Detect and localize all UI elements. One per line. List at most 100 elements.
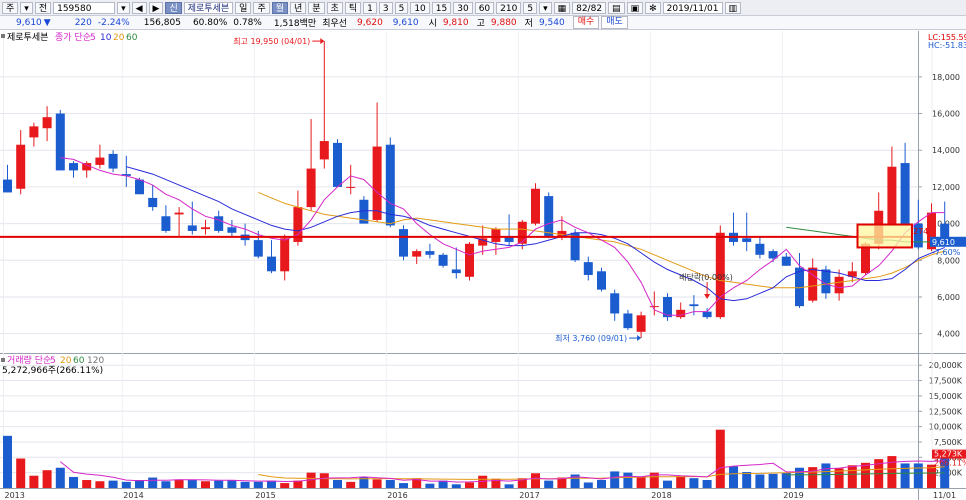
candle-body[interactable]: [161, 216, 171, 231]
volume-bar[interactable]: [399, 483, 408, 488]
volume-bar[interactable]: [900, 463, 910, 488]
candle-body[interactable]: [491, 229, 501, 242]
volume-bar[interactable]: [372, 479, 382, 488]
candle-body[interactable]: [372, 146, 382, 220]
volume-bar[interactable]: [451, 484, 461, 488]
volume-bar[interactable]: [597, 480, 606, 488]
volume-bar[interactable]: [768, 473, 778, 488]
volume-bar[interactable]: [69, 476, 78, 488]
candle-body[interactable]: [689, 304, 699, 307]
candle-body[interactable]: [900, 163, 910, 224]
volume-bar[interactable]: [729, 466, 738, 488]
volume-bar[interactable]: [755, 474, 765, 488]
candle-body[interactable]: [174, 212, 184, 215]
candle-body[interactable]: [676, 309, 686, 318]
candle-body[interactable]: [755, 243, 765, 255]
candle-body[interactable]: [597, 271, 606, 290]
candle-body[interactable]: [16, 144, 26, 189]
candle-body[interactable]: [201, 227, 210, 230]
candle-body[interactable]: [636, 315, 646, 332]
volume-bar[interactable]: [887, 456, 897, 488]
volume-bar[interactable]: [227, 480, 237, 488]
candle-body[interactable]: [3, 179, 12, 193]
volume-bar[interactable]: [795, 467, 804, 488]
stock-chart[interactable]: 4,0006,0008,00010,00012,00014,00016,0001…: [0, 0, 966, 500]
candle-body[interactable]: [438, 254, 448, 266]
candle-body[interactable]: [214, 216, 224, 231]
volume-bar[interactable]: [583, 482, 593, 488]
volume-bar[interactable]: [385, 480, 395, 488]
candle-body[interactable]: [306, 168, 316, 208]
candle-body[interactable]: [148, 197, 158, 208]
candle-body[interactable]: [399, 229, 408, 257]
volume-bar[interactable]: [121, 481, 131, 488]
candle-body[interactable]: [834, 276, 844, 294]
volume-bar[interactable]: [663, 480, 672, 488]
volume-bar[interactable]: [913, 463, 923, 488]
volume-bar[interactable]: [676, 476, 686, 488]
volume-bar[interactable]: [201, 481, 210, 488]
candle-body[interactable]: [649, 306, 659, 308]
candle-body[interactable]: [280, 238, 290, 272]
volume-bar[interactable]: [610, 471, 620, 488]
volume-bar[interactable]: [623, 472, 633, 488]
candle-body[interactable]: [267, 256, 276, 272]
candle-body[interactable]: [412, 251, 422, 257]
candle-body[interactable]: [227, 227, 237, 233]
candle-body[interactable]: [333, 142, 342, 187]
candle-body[interactable]: [42, 117, 52, 129]
candle-body[interactable]: [319, 141, 329, 160]
candle-body[interactable]: [108, 153, 118, 169]
candle-body[interactable]: [425, 251, 435, 255]
volume-bar[interactable]: [95, 481, 105, 488]
volume-bar[interactable]: [504, 484, 514, 488]
volume-bar[interactable]: [715, 429, 725, 488]
volume-bar[interactable]: [214, 480, 224, 488]
volume-bar[interactable]: [267, 480, 276, 488]
candle-body[interactable]: [135, 179, 144, 195]
volume-bar[interactable]: [161, 481, 171, 488]
volume-bar[interactable]: [240, 481, 250, 488]
candle-body[interactable]: [623, 313, 633, 329]
candle-body[interactable]: [517, 221, 527, 244]
volume-bar[interactable]: [465, 482, 474, 488]
volume-bar[interactable]: [174, 479, 184, 488]
candle-body[interactable]: [253, 240, 263, 257]
candle-body[interactable]: [346, 186, 356, 188]
volume-bar[interactable]: [861, 462, 870, 488]
candle-body[interactable]: [742, 238, 752, 242]
candle-body[interactable]: [781, 256, 791, 266]
candle-body[interactable]: [55, 113, 65, 171]
volume-bar[interactable]: [531, 473, 540, 488]
volume-bar[interactable]: [16, 458, 26, 488]
volume-bar[interactable]: [82, 480, 92, 488]
candle-body[interactable]: [583, 262, 593, 275]
volume-bar[interactable]: [742, 472, 752, 488]
volume-bar[interactable]: [29, 475, 39, 488]
volume-bar[interactable]: [702, 480, 712, 488]
volume-bar[interactable]: [253, 481, 263, 488]
candle-body[interactable]: [69, 163, 78, 171]
volume-bar[interactable]: [187, 480, 197, 488]
volume-bar[interactable]: [689, 478, 699, 488]
volume-bar[interactable]: [148, 477, 158, 488]
volume-bar[interactable]: [55, 467, 65, 488]
candle-body[interactable]: [465, 243, 474, 277]
volume-bar[interactable]: [280, 483, 290, 488]
volume-bar[interactable]: [319, 473, 329, 488]
candle-body[interactable]: [544, 196, 554, 237]
volume-bar[interactable]: [636, 476, 646, 488]
volume-bar[interactable]: [847, 465, 857, 488]
candle-body[interactable]: [451, 269, 461, 274]
candle-body[interactable]: [531, 188, 540, 224]
candle-body[interactable]: [702, 311, 712, 318]
volume-bar[interactable]: [42, 470, 52, 488]
candle-body[interactable]: [95, 157, 105, 165]
volume-bar[interactable]: [821, 463, 831, 488]
candle-body[interactable]: [610, 293, 620, 314]
volume-bar[interactable]: [3, 435, 12, 488]
volume-bar[interactable]: [544, 480, 554, 488]
candle-body[interactable]: [187, 225, 197, 231]
volume-bar[interactable]: [346, 481, 356, 488]
volume-bar[interactable]: [425, 483, 435, 488]
